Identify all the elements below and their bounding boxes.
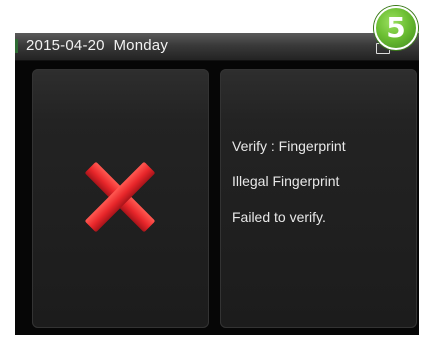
status-bar-accent xyxy=(15,39,18,53)
status-bar: 2015-04-20 Monday xyxy=(15,33,419,61)
date-value: 2015-04-20 xyxy=(26,37,105,54)
step-number-badge: 5 xyxy=(374,6,418,50)
date-display: 2015-04-20 Monday xyxy=(26,37,168,54)
weekday-value: Monday xyxy=(113,37,169,54)
verify-mode-text: Verify : Fingerprint xyxy=(232,138,346,154)
failed-verify-text: Failed to verify. xyxy=(232,209,326,225)
red-x-icon xyxy=(85,162,155,232)
result-icon-panel xyxy=(32,69,209,328)
device-screen: 2015-04-20 Monday Verify : Fingerprint I… xyxy=(15,33,419,335)
result-message-panel: Verify : Fingerprint Illegal Fingerprint… xyxy=(220,69,417,328)
illegal-fingerprint-text: Illegal Fingerprint xyxy=(232,173,340,189)
